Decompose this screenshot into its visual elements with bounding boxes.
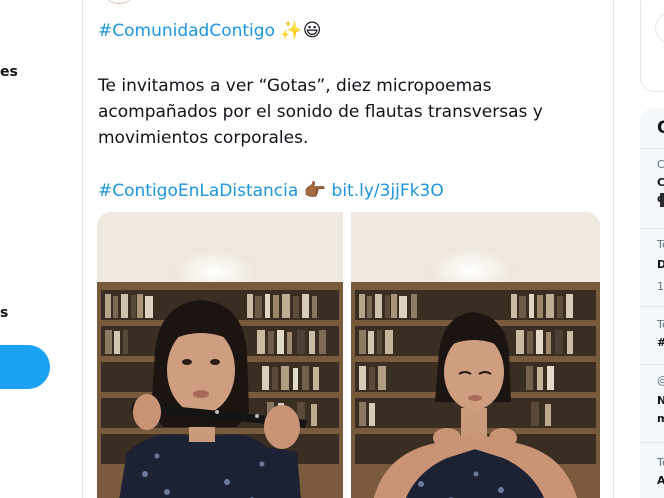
divider (640, 148, 664, 149)
tweet-text-line: movimientos corporales. (98, 128, 309, 148)
nav-item-label-fragment[interactable]: s (0, 305, 8, 321)
left-navigation: es s (0, 0, 60, 498)
avatar[interactable] (655, 13, 664, 43)
trend-item[interactable]: m (657, 412, 664, 425)
divider (640, 364, 664, 365)
avatar[interactable] (101, 0, 137, 4)
flute-player-image (97, 212, 343, 498)
trend-meta: @ (657, 374, 664, 387)
divider (640, 442, 664, 443)
tweet-text-line: Te invitamos a ver “Gotas”, diez micropo… (98, 76, 492, 96)
tweet-text-line: acompañados por el sonido de flautas tra… (98, 102, 543, 122)
trend-item[interactable]: # (657, 336, 664, 349)
tweet-hashtag-link-line: #ContigoEnLaDistancia 👉🏾 bit.ly/3jjFk3O (98, 178, 444, 204)
trends-sidebar: Q C C d Te D 12 Te # @ N m Te A (640, 0, 664, 498)
divider (640, 306, 664, 307)
trend-meta: Te (657, 238, 664, 251)
sidebar-card (640, 0, 664, 92)
trend-meta: Te (657, 318, 664, 331)
trend-count: 12 (657, 280, 664, 293)
timeline-column: #ComunidadContigo ✨😃 Te invitamos a ver … (82, 0, 614, 498)
trends-heading: Q (657, 118, 664, 138)
media-image-flute[interactable] (97, 212, 343, 498)
sparkles-smile-emoji: ✨😃 (280, 20, 322, 41)
nav-item-label-fragment[interactable]: es (0, 64, 18, 80)
tweet-hashtag-line: #ComunidadContigo ✨😃 (98, 18, 322, 44)
pointing-hand-emoji: 👉🏾 (303, 180, 327, 201)
hashtag-link[interactable]: #ComunidadContigo (98, 21, 275, 41)
trend-item[interactable]: D (657, 258, 664, 271)
tweet-media[interactable] (97, 212, 600, 498)
trend-item[interactable]: C (657, 176, 664, 189)
tweet-button[interactable] (0, 345, 50, 389)
media-image-dancer[interactable] (351, 212, 600, 498)
dancer-image (351, 212, 600, 498)
short-url-link[interactable]: bit.ly/3jjFk3O (332, 181, 444, 201)
trend-item[interactable]: A (657, 474, 664, 487)
trend-item[interactable]: N (657, 394, 664, 407)
trend-thumbnail (660, 193, 664, 207)
trend-meta: C (657, 158, 664, 171)
hashtag-link[interactable]: #ContigoEnLaDistancia (98, 181, 298, 201)
divider (640, 228, 664, 229)
trend-meta: Te (657, 456, 664, 469)
